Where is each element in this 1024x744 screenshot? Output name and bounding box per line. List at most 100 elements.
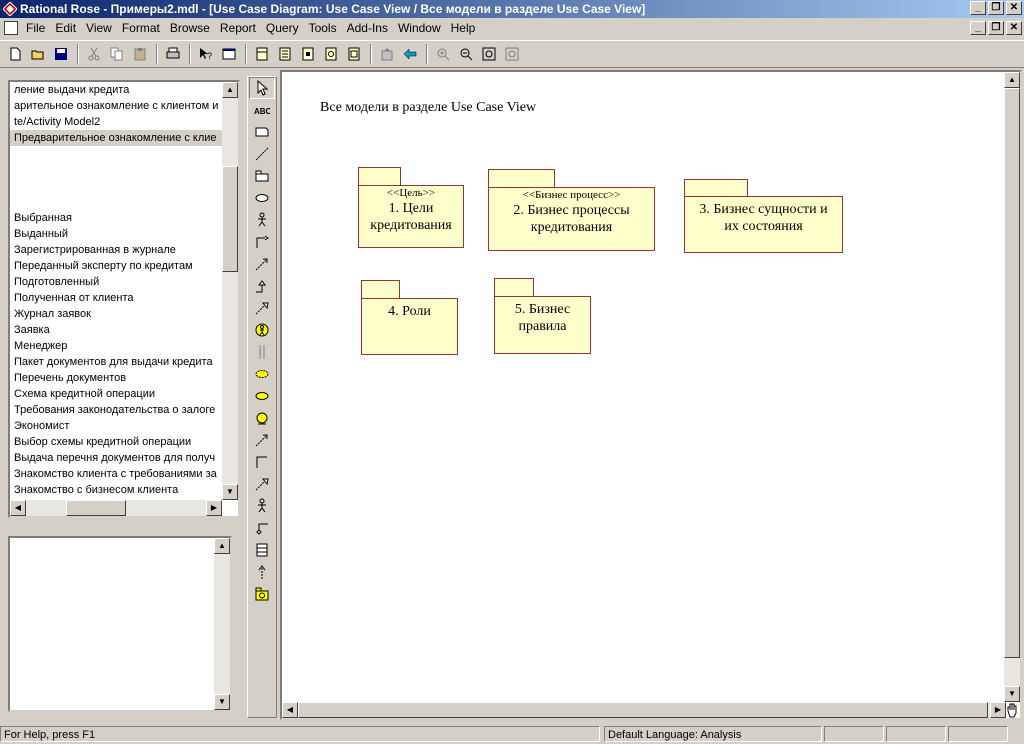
diagram-scroll-up-button[interactable]: ▲ bbox=[1004, 72, 1020, 88]
anchor-note-tool[interactable] bbox=[249, 143, 275, 165]
business-entity-tool[interactable] bbox=[249, 539, 275, 561]
documentation-panel[interactable]: ▲ ▼ bbox=[8, 536, 232, 712]
tree-item[interactable]: Переданный эксперту по кредитам bbox=[10, 258, 238, 274]
new-button[interactable] bbox=[4, 43, 26, 65]
tree-item[interactable]: Менеджер bbox=[10, 338, 238, 354]
package-business-entities[interactable]: 3. Бизнес сущности и их состояния bbox=[684, 179, 843, 254]
diagram-scroll-down-button[interactable]: ▼ bbox=[1004, 686, 1020, 702]
browse-interaction-diagram-button[interactable] bbox=[274, 43, 296, 65]
use-case-tool[interactable] bbox=[249, 187, 275, 209]
selection-tool[interactable] bbox=[249, 77, 275, 99]
diagram-scroll-left-button[interactable]: ◀ bbox=[282, 702, 298, 718]
scroll-up-button[interactable]: ▲ bbox=[222, 82, 238, 98]
tree-item[interactable]: te/Activity Model2 bbox=[10, 114, 238, 130]
association-tool[interactable] bbox=[249, 451, 275, 473]
business-actor-tool[interactable] bbox=[249, 319, 275, 341]
tree-item[interactable]: Журнал заявок bbox=[10, 306, 238, 322]
package-business-rules[interactable]: 5. Бизнес правила bbox=[494, 278, 591, 355]
document-icon[interactable] bbox=[4, 21, 18, 35]
tree-item[interactable]: Схема кредитной операции bbox=[10, 386, 238, 402]
tree-item[interactable]: Заявка bbox=[10, 322, 238, 338]
package-roles[interactable]: 4. Роли bbox=[361, 280, 458, 356]
tree-item[interactable]: Знакомство с бизнесом клиента bbox=[10, 482, 238, 498]
tree-item[interactable]: Выданный bbox=[10, 226, 238, 242]
diagram-vertical-scrollbar[interactable]: ▲ ▼ bbox=[1004, 72, 1020, 702]
tree-item[interactable]: Знакомство клиента с требованиями за bbox=[10, 466, 238, 482]
tree-item[interactable] bbox=[10, 146, 238, 162]
save-button[interactable] bbox=[50, 43, 72, 65]
tree-item-selected[interactable]: Предварительное ознакомление с клие bbox=[10, 130, 238, 146]
package-business-processes[interactable]: <<Бизнес процесс>> 2. Бизнес процессы кр… bbox=[488, 169, 655, 252]
business-use-case-realization-tool[interactable] bbox=[249, 363, 275, 385]
tree-item[interactable]: Зарегистрированная в журнале bbox=[10, 242, 238, 258]
tree-item[interactable]: арительное ознакомление с клиентом и bbox=[10, 98, 238, 114]
tree-item[interactable]: Подготовленный bbox=[10, 274, 238, 290]
browse-parent-button[interactable] bbox=[376, 43, 398, 65]
mdi-minimize-button[interactable]: _ bbox=[970, 21, 986, 35]
menu-window[interactable]: Window bbox=[394, 18, 447, 38]
cut-button[interactable] bbox=[83, 43, 105, 65]
generalization-tool[interactable] bbox=[249, 275, 275, 297]
package-tool[interactable] bbox=[249, 165, 275, 187]
mdi-close-button[interactable]: ✕ bbox=[1006, 21, 1022, 35]
text-box-tool[interactable]: ABC bbox=[249, 99, 275, 121]
h-scroll-thumb[interactable] bbox=[66, 500, 126, 516]
tree-item[interactable]: Экономист bbox=[10, 418, 238, 434]
tree-item[interactable]: Выбор схемы кредитной операции bbox=[10, 434, 238, 450]
tree-item[interactable] bbox=[10, 194, 238, 210]
close-button[interactable]: ✕ bbox=[1006, 1, 1022, 15]
tree-item[interactable] bbox=[10, 162, 238, 178]
menu-format[interactable]: Format bbox=[118, 18, 166, 38]
doc-scroll-down-button[interactable]: ▼ bbox=[214, 694, 230, 710]
menu-add-ins[interactable]: Add-Ins bbox=[343, 18, 394, 38]
note-tool[interactable] bbox=[249, 121, 275, 143]
browser-horizontal-scrollbar[interactable]: ◀ ▶ bbox=[10, 500, 222, 516]
scroll-thumb[interactable] bbox=[222, 166, 238, 272]
realization-tool-2[interactable] bbox=[249, 473, 275, 495]
separator-tool[interactable] bbox=[249, 341, 275, 363]
browse-previous-button[interactable] bbox=[399, 43, 421, 65]
menu-help[interactable]: Help bbox=[447, 18, 482, 38]
restore-button[interactable]: ❐ bbox=[988, 1, 1004, 15]
menu-file[interactable]: File bbox=[22, 18, 51, 38]
dependency-tool[interactable] bbox=[249, 253, 275, 275]
menu-edit[interactable]: Edit bbox=[51, 18, 82, 38]
diagram-canvas[interactable]: Все модели в разделе Use Case View <<Цел… bbox=[280, 70, 1022, 720]
diagram-horizontal-scrollbar[interactable]: ◀ ▶ bbox=[282, 702, 1006, 718]
open-button[interactable] bbox=[27, 43, 49, 65]
menu-report[interactable]: Report bbox=[216, 18, 262, 38]
diagram-h-scroll-thumb[interactable] bbox=[298, 702, 988, 718]
paste-button[interactable] bbox=[129, 43, 151, 65]
mdi-restore-button[interactable]: ❐ bbox=[988, 21, 1004, 35]
menu-query[interactable]: Query bbox=[262, 18, 305, 38]
actor-tool-2[interactable] bbox=[249, 495, 275, 517]
aggregation-tool[interactable] bbox=[249, 517, 275, 539]
actor-tool[interactable] bbox=[249, 209, 275, 231]
tree-item[interactable]: Перечень документов bbox=[10, 370, 238, 386]
model-browser[interactable]: ление выдачи кредита арительное ознакомл… bbox=[8, 80, 240, 518]
zoom-out-button[interactable] bbox=[455, 43, 477, 65]
menu-view[interactable]: View bbox=[82, 18, 118, 38]
tree-item[interactable]: Выдача перечня документов для получ bbox=[10, 450, 238, 466]
browse-component-diagram-button[interactable] bbox=[297, 43, 319, 65]
business-system-tool[interactable] bbox=[249, 583, 275, 605]
browse-state-diagram-button[interactable] bbox=[320, 43, 342, 65]
tree-item[interactable] bbox=[10, 178, 238, 194]
menu-browse[interactable]: Browse bbox=[166, 18, 216, 38]
business-use-case-tool[interactable] bbox=[249, 385, 275, 407]
browse-class-diagram-button[interactable] bbox=[251, 43, 273, 65]
fit-in-window-button[interactable] bbox=[478, 43, 500, 65]
business-worker-tool[interactable] bbox=[249, 407, 275, 429]
zoom-in-button[interactable] bbox=[432, 43, 454, 65]
menu-tools[interactable]: Tools bbox=[305, 18, 343, 38]
doc-vertical-scrollbar[interactable]: ▲ ▼ bbox=[214, 538, 230, 710]
view-documentation-button[interactable] bbox=[218, 43, 240, 65]
dependency-tool-2[interactable] bbox=[249, 429, 275, 451]
browse-deployment-diagram-button[interactable] bbox=[343, 43, 365, 65]
scroll-right-button[interactable]: ▶ bbox=[206, 500, 222, 516]
scroll-down-button[interactable]: ▼ bbox=[222, 484, 238, 500]
copy-button[interactable] bbox=[106, 43, 128, 65]
tree-item[interactable]: Требования законодательства о залоге bbox=[10, 402, 238, 418]
diagram-scroll-thumb[interactable] bbox=[1004, 88, 1020, 658]
tree-item[interactable]: Полученная от клиента bbox=[10, 290, 238, 306]
